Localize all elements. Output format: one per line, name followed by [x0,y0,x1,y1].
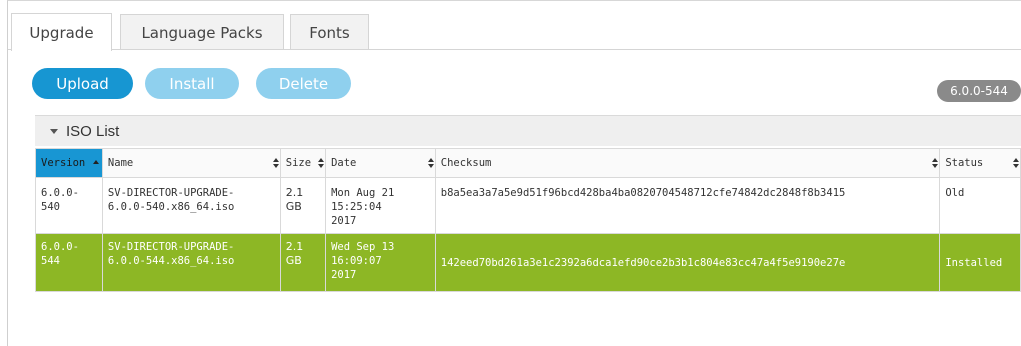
delete-button[interactable]: Delete [256,68,351,99]
tab-underline [8,49,1021,50]
iso-list-header[interactable]: ISO List [35,115,1021,146]
tab-language-packs[interactable]: Language Packs [120,14,284,50]
cell-version: 6.0.0- 540 [35,177,103,234]
cell-name: SV-DIRECTOR-UPGRADE- 6.0.0-544.x86_64.is… [101,233,281,292]
cell-version: 6.0.0- 544 [35,233,103,292]
cell-checksum: 142eed70bd261a3e1c2392a6dca1efd90ce2b3b1… [434,233,941,292]
column-label: Status [945,157,984,169]
cell-size: 2.1 GB [279,177,327,234]
column-header-size[interactable]: Size [279,148,327,178]
cell-status: Old [939,177,1021,234]
table-row-selected[interactable]: 6.0.0- 544 SV-DIRECTOR-UPGRADE- 6.0.0-54… [35,233,1021,292]
column-label: Name [107,157,134,169]
column-label: Size [285,157,312,169]
column-label: Checksum [440,157,492,169]
iso-table: Version Name Size Date Checksum Status 6… [35,148,1021,292]
tab-bar: Upgrade Language Packs Fonts [8,10,1021,51]
version-badge: 6.0.0-544 [937,80,1021,102]
cell-name: SV-DIRECTOR-UPGRADE- 6.0.0-540.x86_64.is… [101,177,281,234]
panel-title: ISO List [66,122,120,140]
install-button[interactable]: Install [145,68,239,99]
column-header-date[interactable]: Date [325,148,436,178]
tab-fonts[interactable]: Fonts [290,14,369,50]
column-header-status[interactable]: Status [939,148,1021,178]
cell-date: Mon Aug 21 15:25:04 2017 [325,177,436,234]
collapse-caret-icon[interactable] [50,128,58,134]
column-label: Version [41,157,86,169]
column-header-version[interactable]: Version [35,148,103,178]
column-header-checksum[interactable]: Checksum [434,148,941,178]
upload-button[interactable]: Upload [32,68,133,99]
cell-date: Wed Sep 13 16:09:07 2017 [325,233,436,292]
sort-asc-icon [92,160,99,164]
table-row[interactable]: 6.0.0- 540 SV-DIRECTOR-UPGRADE- 6.0.0-54… [35,177,1021,234]
column-label: Date [331,157,357,169]
cell-size: 2.1 GB [279,233,327,292]
tab-upgrade[interactable]: Upgrade [11,13,112,51]
cell-checksum: b8a5ea3a7a5e9d51f96bcd428ba4ba0820704548… [434,177,941,234]
table-header-row: Version Name Size Date Checksum Status [35,148,1021,178]
column-header-name[interactable]: Name [101,148,281,178]
cell-status: Installed [939,233,1021,292]
